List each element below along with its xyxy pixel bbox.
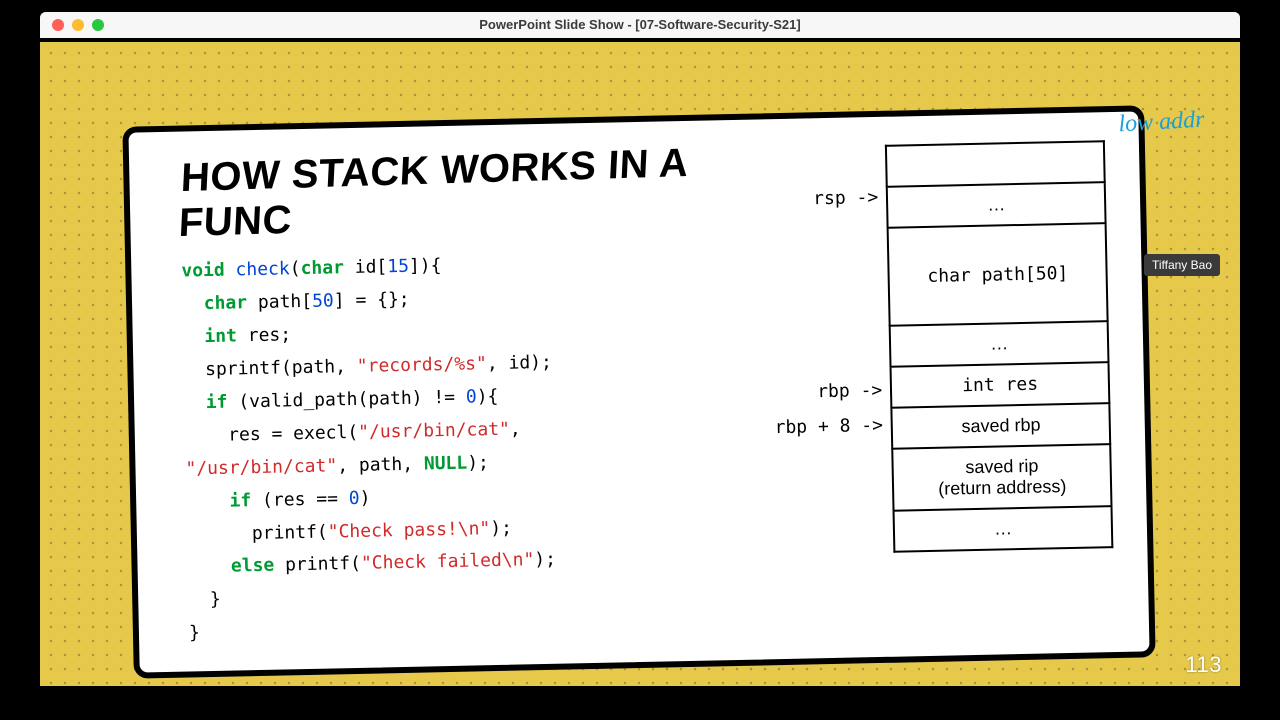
rsp-pointer: rsp -> — [813, 187, 878, 209]
presenter-badge: Tiffany Bao — [1144, 254, 1220, 276]
window-title: PowerPoint Slide Show - [07-Software-Sec… — [40, 12, 1240, 38]
slide-title: HOW STACK WORKS IN A FUNC — [178, 139, 768, 247]
mac-traffic-lights — [40, 19, 104, 31]
annotation-low-addr: low addr — [1118, 107, 1205, 139]
slide-background: low addr HOW STACK WORKS IN A FUNC void … — [40, 38, 1240, 690]
stack-cell: … — [887, 182, 1106, 228]
stack-table: … char path[50] … int res saved rbp save… — [885, 140, 1113, 553]
stack-cell: char path[50] — [888, 223, 1108, 326]
rbp-pointer: rbp -> — [817, 380, 882, 402]
code-block: void check(char id[15]){ char path[50] =… — [181, 243, 775, 650]
stack-cell: int res — [891, 362, 1110, 408]
app-frame: PowerPoint Slide Show - [07-Software-Sec… — [40, 0, 1240, 720]
page-number: 113 — [1185, 652, 1222, 678]
stack-cell — [886, 141, 1105, 187]
stack-cell: saved rip(return address) — [892, 444, 1111, 511]
rbp8-pointer: rbp + 8 -> — [774, 415, 883, 438]
slide-card: low addr HOW STACK WORKS IN A FUNC void … — [122, 105, 1155, 678]
slideshow-window: PowerPoint Slide Show - [07-Software-Sec… — [40, 12, 1240, 690]
stack-diagram: rsp -> rbp -> rbp + 8 -> … char path[50]… — [765, 134, 1119, 639]
minimize-icon[interactable] — [72, 19, 84, 31]
stack-cell: … — [890, 321, 1109, 367]
close-icon[interactable] — [52, 19, 64, 31]
titlebar: PowerPoint Slide Show - [07-Software-Sec… — [40, 12, 1240, 39]
fullscreen-icon[interactable] — [92, 19, 104, 31]
stack-cell: saved rbp — [892, 403, 1111, 449]
stack-cell: … — [894, 506, 1113, 552]
slide-left-column: HOW STACK WORKS IN A FUNC void check(cha… — [179, 141, 776, 651]
pointer-labels: rsp -> rbp -> rbp + 8 -> — [765, 145, 891, 445]
